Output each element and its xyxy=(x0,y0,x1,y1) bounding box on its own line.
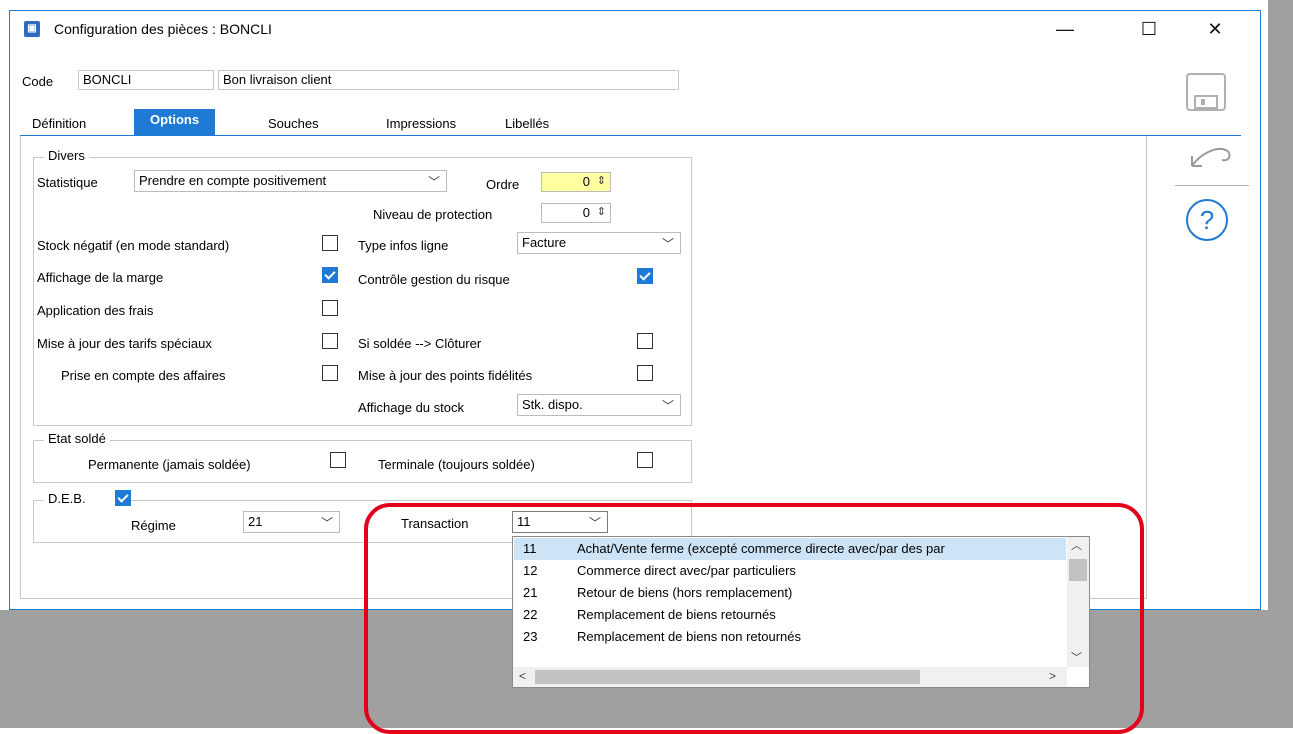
list-item[interactable]: 11 Achat/Vente ferme (excepté commerce d… xyxy=(514,538,1066,560)
vertical-scrollbar[interactable]: ︿ ﹀ xyxy=(1067,537,1089,667)
maj-tarifs-checkbox[interactable] xyxy=(322,333,338,349)
list-item[interactable]: 22 Remplacement de biens retournés xyxy=(514,604,1066,626)
svg-text:?: ? xyxy=(1200,205,1214,235)
maj-points-label: Mise à jour des points fidélités xyxy=(358,368,533,383)
maj-tarifs-label: Mise à jour des tarifs spéciaux xyxy=(37,336,212,351)
option-text: Remplacement de biens non retournés xyxy=(577,629,802,644)
option-text: Achat/Vente ferme (excepté commerce dire… xyxy=(577,541,945,556)
transaction-value: 11 xyxy=(517,514,531,529)
divers-title: Divers xyxy=(44,148,89,163)
chevron-right-icon[interactable]: > xyxy=(1049,669,1056,683)
ordre-spinner[interactable]: 0 ⇕ xyxy=(541,172,611,192)
affichage-stock-value: Stk. dispo. xyxy=(522,397,583,412)
regime-label: Régime xyxy=(131,518,176,533)
option-code: 12 xyxy=(523,563,538,578)
type-infos-value: Facture xyxy=(522,235,567,250)
affichage-marge-checkbox[interactable] xyxy=(322,267,338,283)
option-code: 21 xyxy=(523,585,538,600)
option-code: 23 xyxy=(523,629,538,644)
application-frais-checkbox[interactable] xyxy=(322,300,338,316)
option-text: Retour de biens (hors remplacement) xyxy=(577,585,793,600)
permanente-checkbox[interactable] xyxy=(330,452,346,468)
list-item[interactable]: 12 Commerce direct avec/par particuliers xyxy=(514,560,1066,582)
ordre-value: 0 xyxy=(582,174,590,189)
statistique-label: Statistique xyxy=(37,175,98,190)
list-item[interactable]: 21 Retour de biens (hors remplacement) xyxy=(514,582,1066,604)
app-icon: ▣ xyxy=(24,21,40,37)
save-icon[interactable] xyxy=(1185,72,1227,115)
window-title: Configuration des pièces : BONCLI xyxy=(54,21,272,37)
application-frais-label: Application des frais xyxy=(37,303,154,318)
transaction-label: Transaction xyxy=(401,516,469,531)
option-text: Remplacement de biens retournés xyxy=(577,607,776,622)
list-item[interactable]: 23 Remplacement de biens non retournés xyxy=(514,626,1066,648)
option-code: 22 xyxy=(523,607,538,622)
scrollbar-thumb[interactable] xyxy=(1069,559,1087,581)
prise-affaires-label: Prise en compte des affaires xyxy=(61,368,226,383)
terminale-checkbox[interactable] xyxy=(637,452,653,468)
close-button[interactable]: ✕ xyxy=(1200,17,1230,41)
minimize-button[interactable]: — xyxy=(1050,17,1080,41)
controle-risque-label: Contrôle gestion du risque xyxy=(358,272,510,287)
horizontal-scrollbar[interactable]: < > xyxy=(513,667,1067,687)
ordre-label: Ordre xyxy=(486,177,520,192)
divers-group xyxy=(33,157,692,426)
option-code: 11 xyxy=(523,541,537,556)
si-soldee-checkbox[interactable] xyxy=(637,333,653,349)
help-icon[interactable]: ? xyxy=(1184,198,1230,245)
terminale-label: Terminale (toujours soldée) xyxy=(378,457,535,472)
prise-affaires-checkbox[interactable] xyxy=(322,365,338,381)
chevron-down-icon: ﹀ xyxy=(588,516,601,530)
si-soldee-label: Si soldée --> Clôturer xyxy=(358,336,482,351)
chevron-down-icon: ﹀ xyxy=(320,516,333,530)
scrollbar-thumb[interactable] xyxy=(535,670,920,684)
type-infos-select[interactable]: Facture ﹀ xyxy=(517,232,681,254)
affichage-stock-label: Affichage du stock xyxy=(358,400,464,415)
maximize-button[interactable]: ☐ xyxy=(1134,17,1164,41)
tab-souches[interactable]: Souches xyxy=(268,113,319,135)
spinner-arrows-icon[interactable]: ⇕ xyxy=(597,203,606,221)
niveau-spinner[interactable]: 0 ⇕ xyxy=(541,203,611,223)
affichage-stock-select[interactable]: Stk. dispo. ﹀ xyxy=(517,394,681,416)
chevron-up-icon[interactable]: ︿ xyxy=(1071,537,1082,553)
chevron-down-icon: ﹀ xyxy=(661,237,674,251)
regime-select[interactable]: 21 ﹀ xyxy=(243,511,340,533)
description-field[interactable]: Bon livraison client xyxy=(218,70,679,90)
chevron-down-icon: ﹀ xyxy=(661,399,674,413)
etat-solde-title: Etat soldé xyxy=(44,431,110,446)
maj-points-checkbox[interactable] xyxy=(637,365,653,381)
chevron-left-icon[interactable]: < xyxy=(519,669,526,683)
title-bar[interactable]: ▣ Configuration des pièces : BONCLI — ☐ … xyxy=(10,11,1260,47)
deb-title: D.E.B. xyxy=(44,491,116,506)
niveau-value: 0 xyxy=(582,205,590,220)
tab-definition[interactable]: Définition xyxy=(32,113,86,135)
transaction-select[interactable]: 11 ﹀ xyxy=(512,511,608,533)
controle-risque-checkbox[interactable] xyxy=(637,268,653,284)
tab-libelles[interactable]: Libellés xyxy=(505,113,549,135)
toolbar-divider xyxy=(1175,185,1249,186)
stock-negatif-label: Stock négatif (en mode standard) xyxy=(37,238,230,253)
option-text: Commerce direct avec/par particuliers xyxy=(577,563,796,578)
type-infos-label: Type infos ligne xyxy=(358,238,449,253)
regime-value: 21 xyxy=(248,514,263,529)
statistique-value: Prendre en compte positivement xyxy=(139,173,327,188)
chevron-down-icon[interactable]: ﹀ xyxy=(1071,649,1082,665)
deb-checkbox[interactable] xyxy=(115,490,131,506)
tab-impressions[interactable]: Impressions xyxy=(386,113,456,135)
transaction-dropdown-list[interactable]: 11 Achat/Vente ferme (excepté commerce d… xyxy=(512,536,1090,688)
stock-negatif-checkbox[interactable] xyxy=(322,235,338,251)
permanente-label: Permanente (jamais soldée) xyxy=(88,457,251,472)
desktop-background-right xyxy=(1268,0,1293,610)
undo-icon[interactable] xyxy=(1188,140,1232,173)
spinner-arrows-icon[interactable]: ⇕ xyxy=(597,172,606,190)
statistique-select[interactable]: Prendre en compte positivement ﹀ xyxy=(134,170,447,192)
chevron-down-icon: ﹀ xyxy=(427,175,440,189)
tab-options[interactable]: Options xyxy=(134,109,216,135)
code-label: Code xyxy=(22,74,54,89)
affichage-marge-label: Affichage de la marge xyxy=(37,270,164,285)
code-field[interactable]: BONCLI xyxy=(78,70,214,90)
niveau-label: Niveau de protection xyxy=(373,207,493,222)
